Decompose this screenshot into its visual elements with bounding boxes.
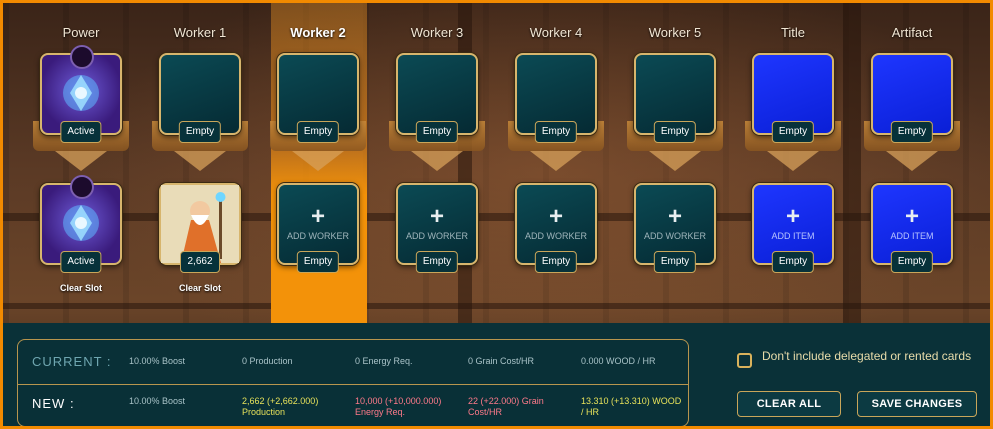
add-slot-label: ADD WORKER — [286, 231, 349, 241]
wood-plank — [3, 213, 990, 221]
add-slot-label: ADD ITEM — [771, 231, 815, 241]
plus-icon: + — [785, 203, 800, 230]
slot-status-badge: Empty — [178, 121, 222, 143]
column-header: Worker 1 — [173, 25, 227, 40]
current-slot-7[interactable]: Empty — [871, 53, 953, 143]
down-arrow-icon — [886, 151, 938, 171]
add-slot-label: ADD WORKER — [643, 231, 706, 241]
down-arrow-icon — [174, 151, 226, 171]
current-row-label: CURRENT : — [32, 354, 112, 369]
stats-table: CURRENT : NEW : 10.00% Boost 0 Productio… — [17, 339, 689, 426]
column-header: Title — [780, 25, 806, 40]
exclude-delegated-label[interactable]: Don't include delegated or rented cards — [762, 350, 972, 362]
new-production: 2,662 (+2,662.000) Production — [242, 396, 319, 417]
new-slot-6[interactable]: + ADD ITEM Empty — [752, 183, 834, 273]
current-slot-0[interactable]: Active — [40, 45, 122, 143]
new-slot-4[interactable]: + ADD WORKER Empty — [515, 183, 597, 273]
slot-status-badge: Empty — [296, 121, 340, 143]
column-header: Worker 5 — [648, 25, 702, 40]
new-boost: 10.00% Boost — [129, 396, 186, 406]
down-arrow-icon — [292, 151, 344, 171]
column-header: Power — [62, 25, 100, 40]
down-arrow-icon — [55, 151, 107, 171]
new-slot-1[interactable]: 2,662 — [159, 183, 241, 273]
plus-icon: + — [667, 203, 682, 230]
slot-status-badge: Empty — [890, 251, 934, 273]
wood-plank — [3, 303, 990, 309]
down-arrow-icon — [530, 151, 582, 171]
column-header: Worker 2 — [290, 25, 346, 40]
slot-status-badge: Empty — [534, 251, 578, 273]
current-production: 0 Production — [242, 356, 293, 366]
exclude-delegated-checkbox[interactable] — [737, 353, 752, 368]
new-wood-rate: 13.310 (+13.310) WOOD / HR — [581, 396, 682, 417]
down-arrow-icon — [649, 151, 701, 171]
new-slot-0[interactable]: Active — [40, 175, 122, 273]
current-slot-2[interactable]: Empty — [277, 53, 359, 143]
slot-status-badge: Active — [60, 121, 102, 143]
power-orb-icon — [70, 45, 94, 69]
current-slot-1[interactable]: Empty — [159, 53, 241, 143]
slot-status-badge: Empty — [653, 251, 697, 273]
clear-all-button[interactable]: CLEAR ALL — [737, 391, 841, 417]
slot-status-badge: Empty — [415, 251, 459, 273]
current-slot-3[interactable]: Empty — [396, 53, 478, 143]
current-slot-4[interactable]: Empty — [515, 53, 597, 143]
current-wood-rate: 0.000 WOOD / HR — [581, 356, 656, 366]
current-boost: 10.00% Boost — [129, 356, 186, 366]
save-changes-button[interactable]: SAVE CHANGES — [857, 391, 977, 417]
add-slot-label: ADD WORKER — [405, 231, 468, 241]
slot-status-badge: Empty — [296, 251, 340, 273]
power-orb-icon — [70, 175, 94, 199]
new-slot-3[interactable]: + ADD WORKER Empty — [396, 183, 478, 273]
column-header: Artifact — [891, 25, 933, 40]
new-slot-2[interactable]: + ADD WORKER Empty — [277, 183, 359, 273]
slot-status-badge: 2,662 — [180, 251, 220, 273]
current-slot-5[interactable]: Empty — [634, 53, 716, 143]
new-slot-5[interactable]: + ADD WORKER Empty — [634, 183, 716, 273]
column-header: Worker 3 — [410, 25, 464, 40]
clear-slot-button[interactable]: Clear Slot — [159, 283, 241, 293]
add-slot-label: ADD WORKER — [524, 231, 587, 241]
clear-slot-button[interactable]: Clear Slot — [40, 283, 122, 293]
current-slot-6[interactable]: Empty — [752, 53, 834, 143]
new-slot-7[interactable]: + ADD ITEM Empty — [871, 183, 953, 273]
new-energy: 10,000 (+10,000.000) Energy Req. — [355, 396, 442, 417]
slot-status-badge: Empty — [771, 251, 815, 273]
plus-icon: + — [310, 203, 325, 230]
wood-beam — [843, 3, 861, 323]
stats-panel: CURRENT : NEW : 10.00% Boost 0 Productio… — [3, 323, 990, 426]
current-energy: 0 Energy Req. — [355, 356, 413, 366]
new-grain-cost: 22 (+22.000) Grain Cost/HR — [468, 396, 544, 417]
land-workers-screen: Power Active Active Clear Slot Worker 1 Empty… — [3, 3, 990, 426]
slot-status-badge: Active — [60, 251, 102, 273]
plus-icon: + — [904, 203, 919, 230]
new-row-label: NEW : — [32, 396, 75, 411]
slot-status-badge: Empty — [415, 121, 459, 143]
column-header: Worker 4 — [529, 25, 583, 40]
slot-status-badge: Empty — [890, 121, 934, 143]
current-grain-cost: 0 Grain Cost/HR — [468, 356, 535, 366]
stats-divider — [18, 384, 688, 385]
down-arrow-icon — [411, 151, 463, 171]
down-arrow-icon — [767, 151, 819, 171]
slot-status-badge: Empty — [653, 121, 697, 143]
add-slot-label: ADD ITEM — [890, 231, 934, 241]
slot-status-badge: Empty — [771, 121, 815, 143]
plus-icon: + — [429, 203, 444, 230]
slot-status-badge: Empty — [534, 121, 578, 143]
plus-icon: + — [548, 203, 563, 230]
